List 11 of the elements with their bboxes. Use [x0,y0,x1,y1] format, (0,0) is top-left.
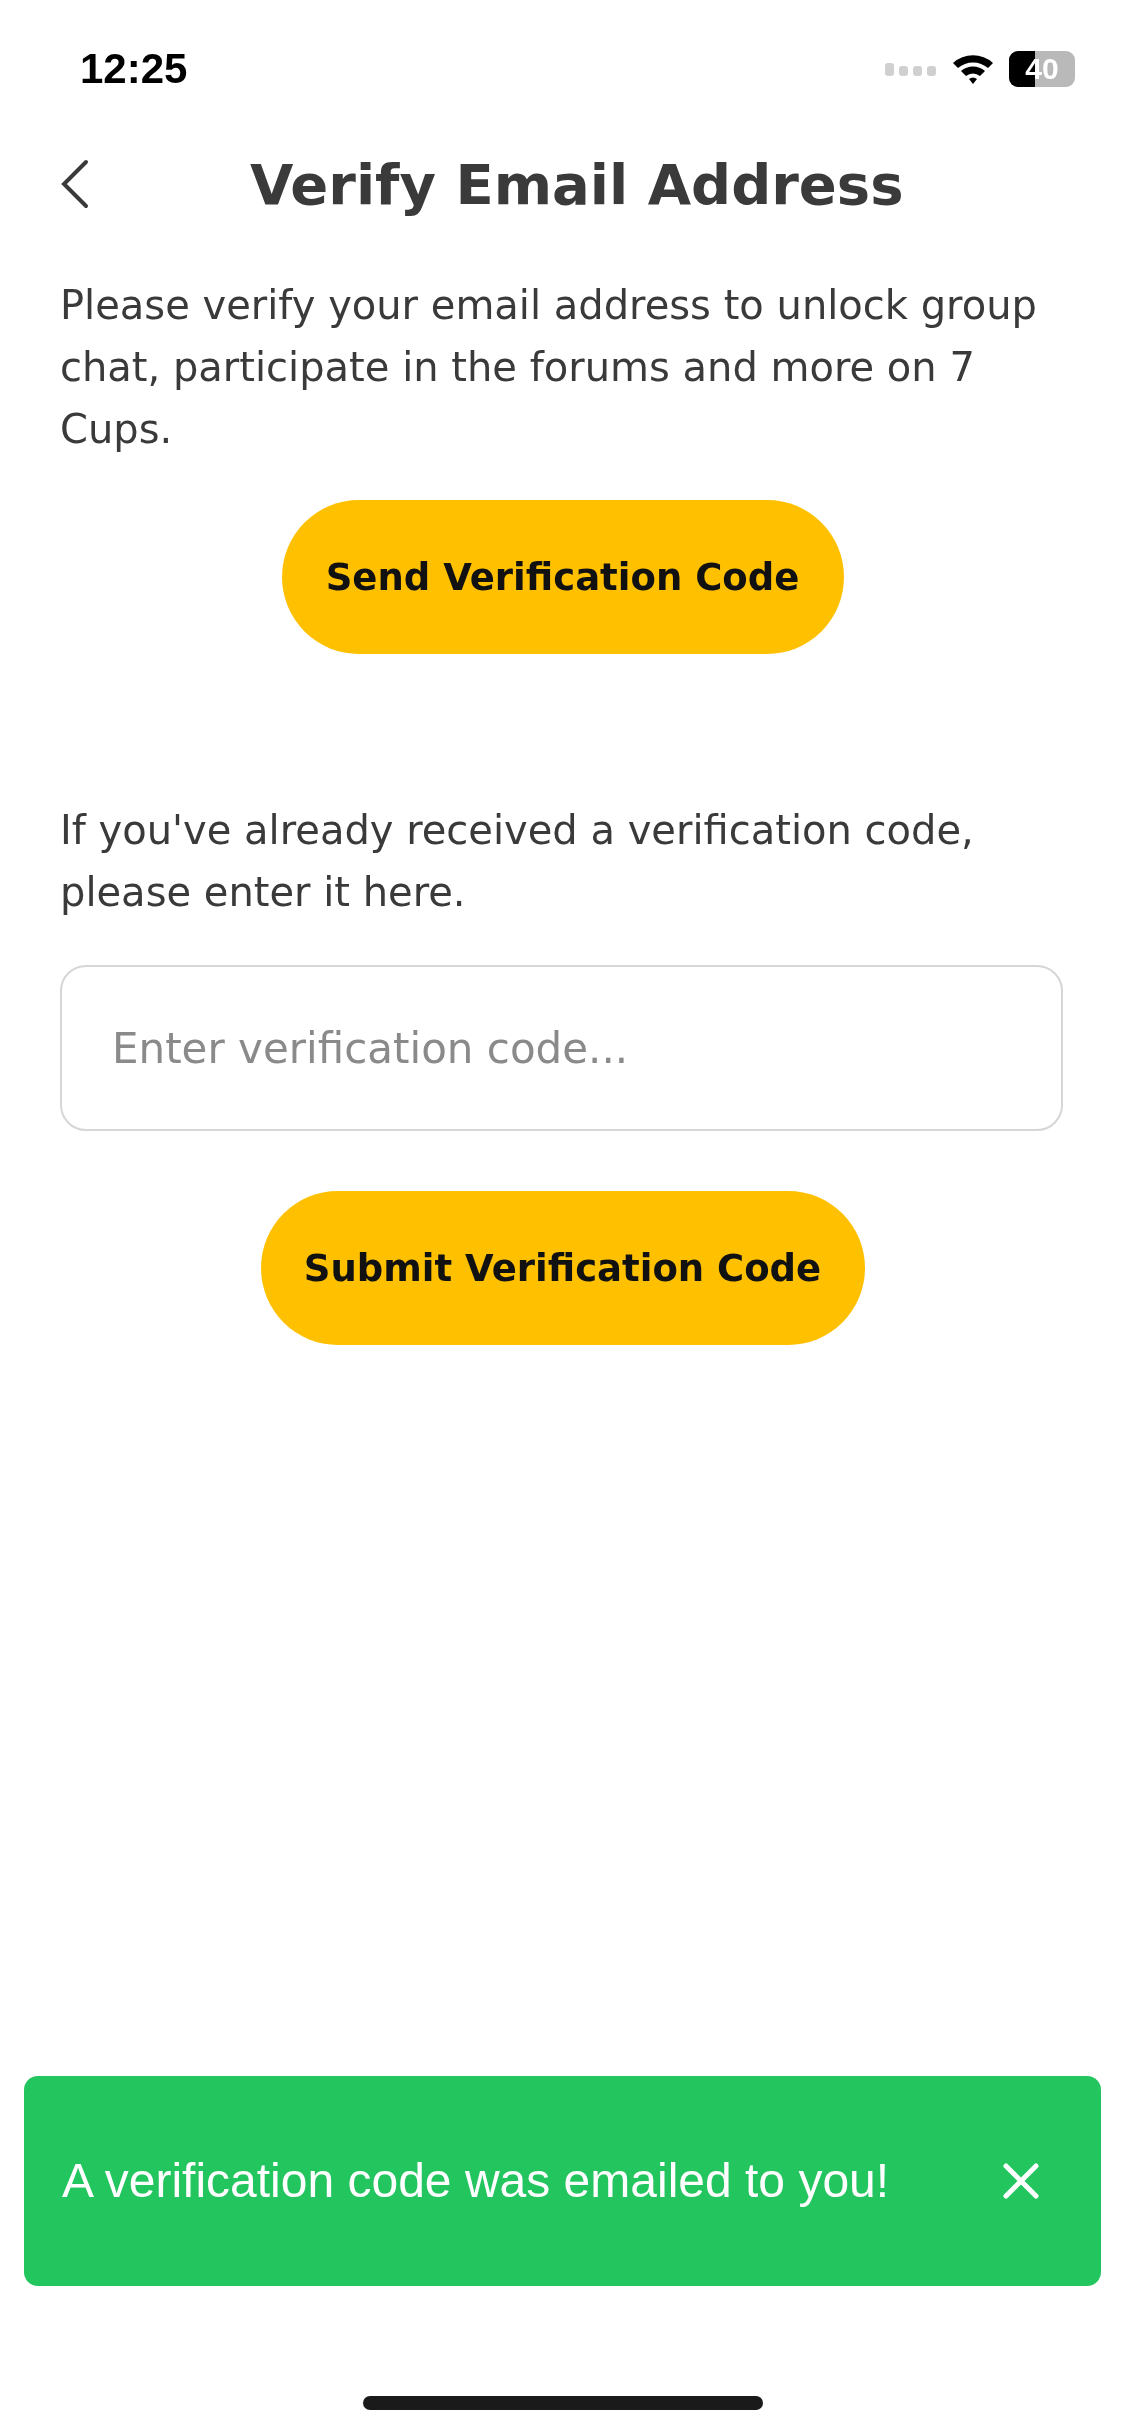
code-input-field[interactable]: Enter verification code... [60,965,1063,1131]
toast-message: A verification code was emailed to you! [62,2153,890,2209]
send-code-button[interactable]: Send Verification Code [281,500,844,654]
page-title: Verify Email Address [250,151,904,217]
wifi-icon [951,52,995,86]
signal-icon [885,61,937,77]
submit-code-button[interactable]: Submit Verification Code [260,1191,865,1345]
status-time: 12:25 [80,45,188,93]
code-prompt-text: If you've already received a verification code, please enter it here. [59,806,975,917]
back-icon[interactable] [60,159,90,209]
intro-text: Please verify your email address to unlock group chat, participate in the forums and more on 7 Cups. [59,281,1038,454]
